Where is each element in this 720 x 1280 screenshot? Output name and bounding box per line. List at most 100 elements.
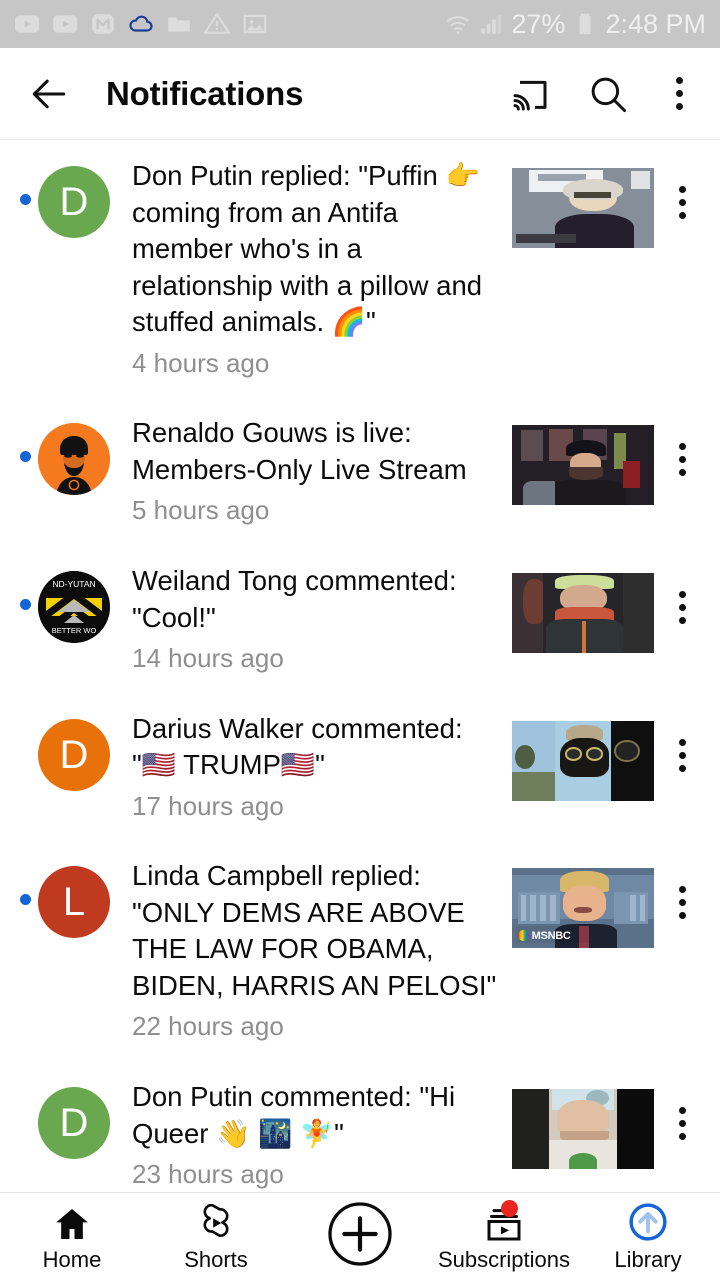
back-arrow-icon[interactable] [22, 67, 76, 121]
avatar[interactable]: ND-YUTAN BETTER WO [38, 570, 110, 643]
notification-text: Darius Walker commented: "🇺🇸 TRUMP🇺🇸" [132, 712, 463, 781]
library-upload-icon [626, 1202, 670, 1244]
video-thumbnail[interactable] [512, 720, 654, 801]
app-bar: Notifications [0, 48, 720, 140]
status-bar-left-icons [14, 11, 445, 37]
avatar[interactable]: D [38, 718, 110, 791]
wifi-icon [447, 16, 470, 35]
video-thumbnail[interactable] [512, 425, 654, 506]
youtube-icon [53, 15, 77, 33]
cloud-icon [129, 15, 153, 32]
folder-icon [168, 17, 190, 32]
unread-dot-container [12, 415, 38, 463]
notification-body: Don Putin commented: "Hi Queer 👋 🌃 🧚" 23… [110, 1079, 508, 1191]
notification-timestamp: 4 hours ago [132, 347, 270, 378]
avatar[interactable]: L [38, 866, 110, 939]
unread-dot-container [12, 711, 38, 758]
more-vertical-icon [678, 443, 686, 477]
nav-item-create[interactable] [288, 1198, 432, 1275]
signal-bars-icon [481, 15, 502, 34]
battery-percent-label: 27% [511, 8, 566, 39]
unread-dot-container [12, 158, 38, 205]
notification-item[interactable]: L Linda Campbell replied: "ONLY DEMS ARE… [0, 840, 720, 1061]
notification-item[interactable]: D Don Putin commented: "Hi Queer 👋 🌃 🧚" … [0, 1060, 720, 1192]
nav-item-library[interactable]: Library [576, 1202, 720, 1271]
notification-body: Weiland Tong commented: "Cool!" 14 hours… [110, 563, 508, 675]
unread-dot [19, 194, 31, 205]
notification-body: Linda Campbell replied: "ONLY DEMS ARE A… [110, 858, 508, 1043]
notification-menu-button[interactable] [654, 415, 710, 477]
page-title: Notifications [106, 74, 304, 112]
notification-menu-button[interactable] [654, 158, 710, 219]
notification-menu-button[interactable] [654, 1079, 710, 1140]
notification-timestamp: 22 hours ago [132, 1011, 284, 1042]
battery-icon [580, 13, 591, 35]
avatar-letter: D [59, 1100, 89, 1145]
more-vertical-icon [678, 886, 686, 920]
nav-label-shorts: Shorts [184, 1247, 248, 1272]
avatar[interactable]: D [38, 1086, 110, 1159]
video-thumbnail[interactable] [512, 572, 654, 653]
renaldo-gouws-avatar [38, 423, 110, 496]
notification-text: Don Putin replied: "Puffin 👉 coming from… [132, 160, 483, 338]
unread-dot-container [12, 858, 38, 906]
avatar[interactable]: D [38, 166, 110, 238]
create-plus-icon [324, 1198, 396, 1270]
notification-body: Darius Walker commented: "🇺🇸 TRUMP🇺🇸" 17… [110, 711, 508, 823]
bottom-navigation: Home Shorts Subscriptions Library [0, 1192, 720, 1280]
unread-dot [19, 598, 31, 610]
notifications-screen: 27% 2:48 PM Notifications D Don Putin re… [0, 0, 720, 1280]
notification-timestamp: 14 hours ago [132, 643, 284, 674]
subscriptions-badge [501, 1200, 518, 1217]
unread-dot-container [12, 563, 38, 610]
unread-dot [19, 894, 31, 906]
svg-text:ND-YUTAN: ND-YUTAN [52, 579, 95, 589]
gmail-m-icon [92, 14, 114, 34]
nav-item-subscriptions[interactable]: Subscriptions [432, 1200, 576, 1272]
unread-dot [20, 1115, 31, 1126]
clock-label: 2:48 PM [605, 8, 706, 39]
notification-item[interactable]: D Darius Walker commented: "🇺🇸 TRUMP🇺🇸" … [0, 692, 720, 841]
unread-dot [20, 747, 31, 758]
end-yutang-logo-avatar: ND-YUTAN BETTER WO [38, 570, 110, 643]
more-vertical-icon [678, 186, 686, 219]
more-vertical-icon[interactable] [662, 66, 696, 122]
notification-menu-button[interactable] [654, 563, 710, 624]
avatar[interactable] [38, 423, 110, 496]
more-vertical-icon [678, 590, 686, 624]
notification-timestamp: 23 hours ago [132, 1159, 284, 1190]
svg-text:BETTER WO: BETTER WO [52, 626, 97, 635]
notification-item[interactable]: ND-YUTAN BETTER WO Weiland Tong commente… [0, 544, 720, 693]
video-thumbnail[interactable] [512, 1088, 654, 1169]
notifications-list[interactable]: D Don Putin replied: "Puffin 👉 coming fr… [0, 140, 720, 1192]
unread-dot [19, 451, 31, 463]
notification-item[interactable]: D Don Putin replied: "Puffin 👉 coming fr… [0, 140, 720, 398]
notification-body: Renaldo Gouws is live: Members-Only Live… [110, 415, 508, 527]
subscriptions-icon [484, 1200, 524, 1244]
image-icon [243, 14, 267, 34]
cast-icon[interactable] [502, 66, 558, 122]
notification-item[interactable]: Renaldo Gouws is live: Members-Only Live… [0, 397, 720, 545]
notification-timestamp: 5 hours ago [132, 495, 270, 526]
notification-timestamp: 17 hours ago [132, 790, 284, 821]
nav-label-subscriptions: Subscriptions [437, 1247, 571, 1272]
nav-label-library: Library [614, 1247, 682, 1272]
video-thumbnail[interactable] [512, 168, 654, 248]
avatar-letter: D [59, 732, 89, 777]
youtube-icon [15, 15, 39, 33]
notification-body: Don Putin replied: "Puffin 👉 coming from… [110, 158, 508, 379]
home-icon [52, 1202, 92, 1244]
notification-menu-button[interactable] [654, 858, 710, 920]
nav-label-home: Home [42, 1247, 102, 1272]
unread-dot-container [12, 1079, 38, 1126]
search-icon[interactable] [580, 66, 636, 122]
more-vertical-icon [678, 1106, 686, 1140]
notification-menu-button[interactable] [654, 711, 710, 772]
video-thumbnail[interactable]: MSNBC [512, 868, 654, 949]
avatar-letter: D [59, 180, 89, 224]
nav-item-home[interactable]: Home [0, 1202, 144, 1271]
notification-text: Weiland Tong commented: "Cool!" [132, 564, 457, 633]
status-bar: 27% 2:48 PM [0, 0, 720, 48]
notification-text: Don Putin commented: "Hi Queer 👋 🌃 🧚" [132, 1080, 456, 1149]
nav-item-shorts[interactable]: Shorts [144, 1202, 288, 1271]
